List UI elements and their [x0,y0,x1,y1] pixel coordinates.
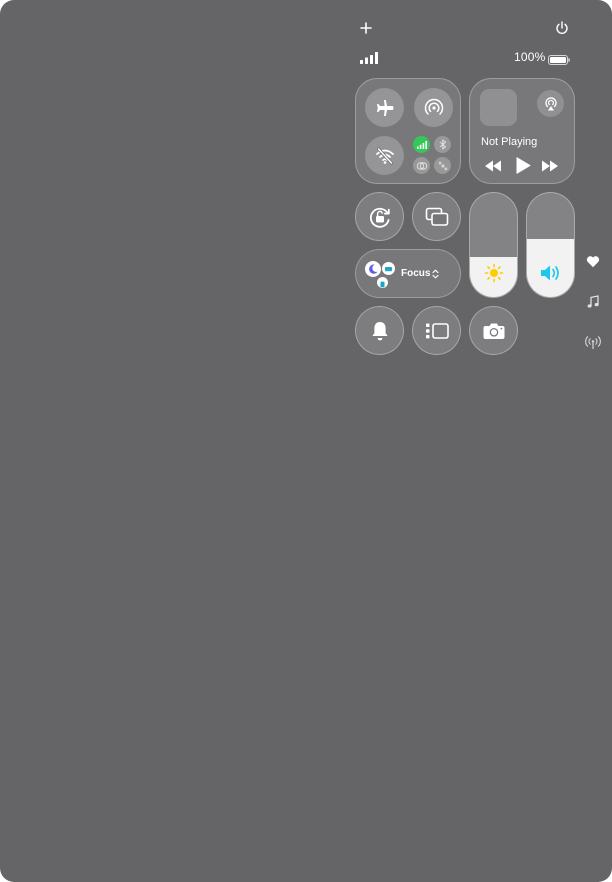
airplay-icon [544,96,557,110]
heart-icon [586,255,600,267]
control-center: 100% Not Playing Focus [0,0,612,882]
sleep-badge [382,262,395,275]
wifi-off-icon [375,147,394,164]
moon-icon [369,264,378,274]
power-button[interactable] [553,19,571,37]
orientation-lock-button[interactable] [355,192,404,241]
brightness-slider[interactable] [469,192,518,298]
airplane-icon [376,99,393,116]
satellite-button[interactable] [434,157,451,174]
vpn-button[interactable] [413,157,430,174]
work-badge [377,277,388,288]
plus-icon [360,22,372,34]
album-artwork-placeholder [480,89,517,126]
now-playing-label: Not Playing [481,136,538,148]
cellular-bars-icon [360,52,378,64]
battery-percentage: 100% [514,50,546,64]
bluetooth-off-icon [439,139,446,150]
silent-mode-button[interactable] [355,306,404,355]
battery-icon [548,55,570,65]
add-button[interactable] [357,19,375,37]
cellular-icon [416,140,427,149]
fast-forward-button[interactable] [541,159,559,172]
focus-button[interactable]: Focus [355,249,461,298]
signal-strength [360,51,378,64]
play-button[interactable] [515,157,531,174]
focus-label: Focus [401,268,431,279]
fast-forward-icon [542,160,558,172]
battery-indicator [548,52,570,65]
satellite-icon [438,161,447,170]
power-icon [556,21,568,34]
music-note-icon [587,295,599,308]
page-indicator-favorites[interactable] [585,253,601,269]
antenna-icon [585,336,601,349]
now-playing-module[interactable]: Not Playing [469,78,575,184]
connectivity-module [355,78,461,184]
vpn-icon [416,161,427,170]
play-icon [516,157,531,174]
rewind-icon [485,160,501,172]
stage-manager-button[interactable] [412,306,461,355]
airplay-button[interactable] [537,90,564,117]
airdrop-button[interactable] [414,88,453,127]
stage-manager-icon [425,322,449,339]
screen-mirroring-button[interactable] [412,192,461,241]
page-indicator-music[interactable] [585,294,601,310]
wifi-button[interactable] [365,136,404,175]
badge-icon [380,281,385,288]
bed-icon [385,267,392,272]
airplane-mode-button[interactable] [365,88,404,127]
cellular-data-button[interactable] [413,136,430,153]
moon-badge [365,261,381,277]
rewind-button[interactable] [484,159,502,172]
camera-icon [483,323,504,339]
sun-icon [484,263,504,283]
screen-mirroring-icon [425,207,448,226]
orientation-lock-icon [369,207,390,228]
bell-icon [371,321,388,340]
page-indicator-connectivity[interactable] [585,335,601,351]
chevron-up-down-icon [432,269,439,279]
speaker-icon [539,262,563,284]
bluetooth-button[interactable] [434,136,451,153]
airdrop-icon [424,98,443,115]
camera-button[interactable] [469,306,518,355]
volume-slider[interactable] [526,192,575,298]
